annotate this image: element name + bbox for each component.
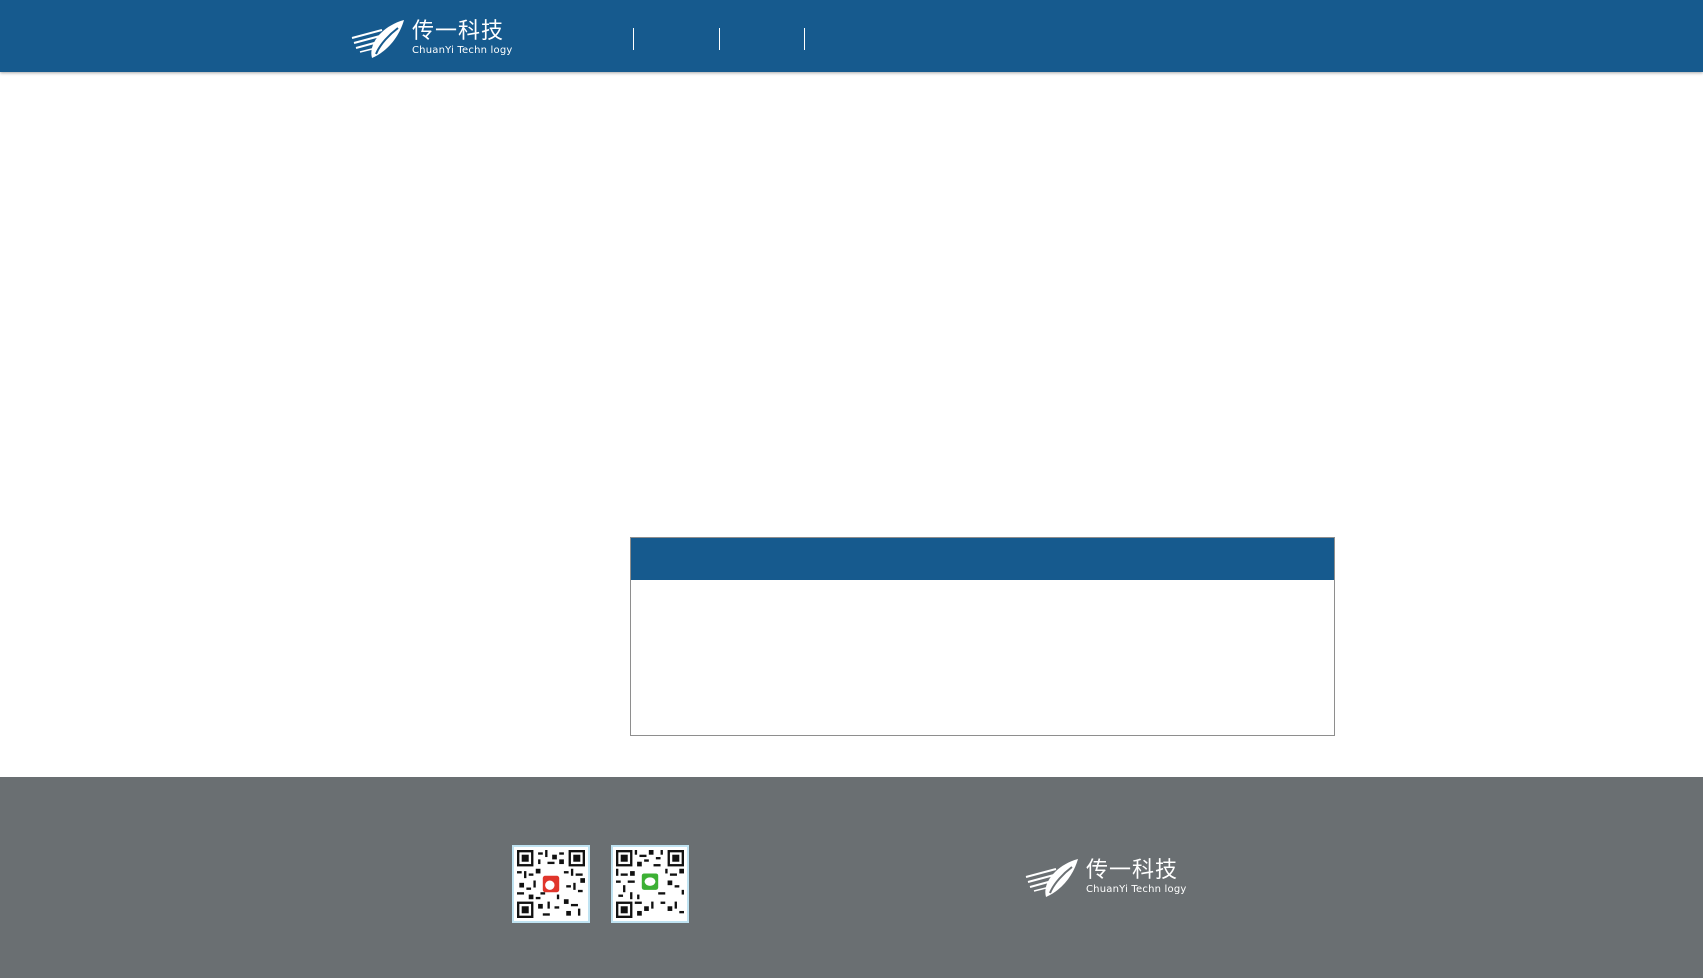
logo-name-cn: 传一科技 bbox=[1086, 857, 1179, 883]
nav-divider bbox=[719, 28, 720, 50]
bird-logo-icon bbox=[1025, 859, 1078, 897]
top-header: 传一科技 ChuanYi Techn logy bbox=[0, 0, 1703, 72]
weibo-qr-code bbox=[512, 845, 590, 923]
qr-code-icon bbox=[616, 850, 684, 918]
nav-divider bbox=[633, 28, 634, 50]
content-panel bbox=[630, 537, 1335, 736]
footer-logo[interactable]: 传一科技 ChuanYi Techn logy bbox=[1024, 855, 1187, 899]
wechat-qr-code bbox=[611, 845, 689, 923]
logo-name-cn: 传一科技 bbox=[412, 18, 505, 44]
nav-divider bbox=[804, 28, 805, 50]
qr-code-icon bbox=[517, 850, 585, 918]
logo-name-en: ChuanYi Techn logy bbox=[412, 44, 513, 56]
logo-name-en: ChuanYi Techn logy bbox=[1086, 883, 1187, 895]
page-footer: 传一科技 ChuanYi Techn logy bbox=[0, 777, 1703, 978]
panel-header-bar bbox=[631, 538, 1334, 580]
bird-logo-icon bbox=[351, 20, 404, 58]
header-logo[interactable]: 传一科技 ChuanYi Techn logy bbox=[350, 16, 513, 60]
